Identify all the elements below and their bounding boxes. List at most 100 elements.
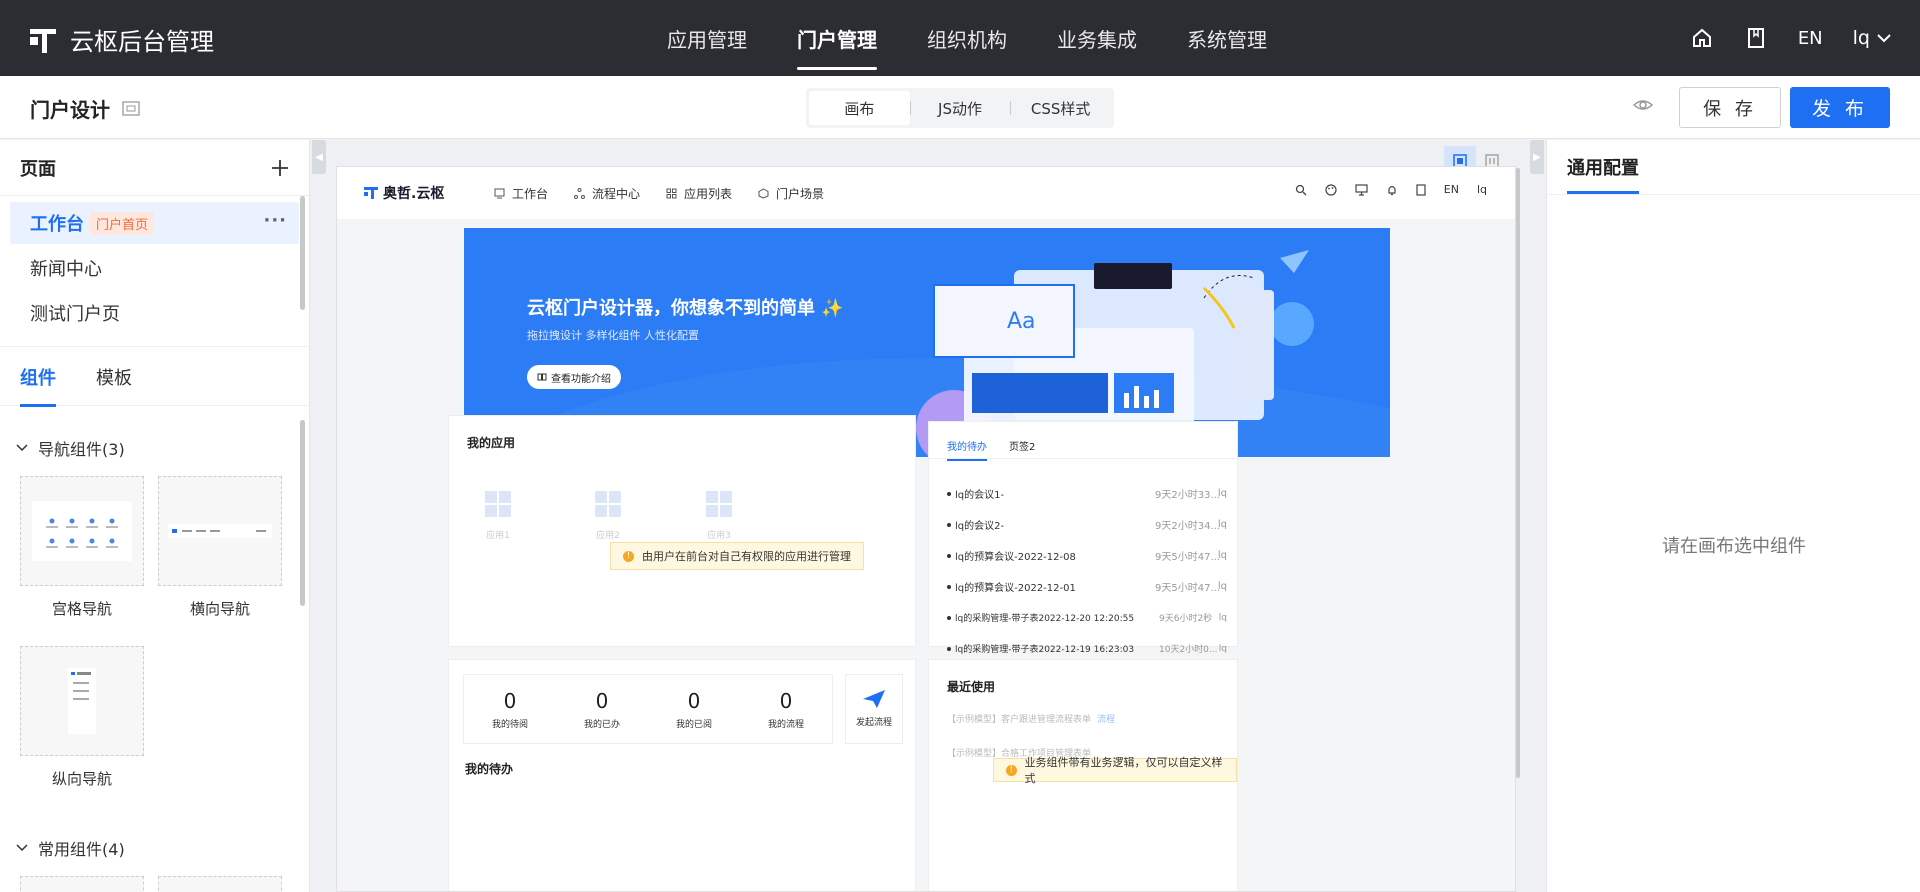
collapse-right-panel-button[interactable]: ▶ bbox=[1530, 140, 1544, 174]
component-horizontal-nav[interactable]: 横向导航 bbox=[158, 476, 282, 619]
preview-nav-process[interactable]: 流程中心 bbox=[574, 185, 640, 202]
todo-user: lq bbox=[1217, 519, 1227, 530]
app-tile[interactable]: 应用2 bbox=[593, 490, 623, 541]
banner-title: 云枢门户设计器，你想象不到的简单 ✨ bbox=[527, 298, 844, 319]
tab-canvas[interactable]: 画布 bbox=[809, 91, 910, 125]
preview-eye-icon[interactable] bbox=[1632, 94, 1654, 120]
common-components-group[interactable]: 常用组件(4) bbox=[16, 836, 125, 860]
user-menu[interactable]: lq bbox=[1853, 27, 1892, 49]
nav-organization[interactable]: 组织机构 bbox=[902, 0, 1032, 76]
todo-list: lq的会议1- 9天2小时33... lq lq的会议2- 9天2小时34... lq … bbox=[947, 478, 1227, 664]
preview-user[interactable]: lq bbox=[1477, 183, 1487, 196]
nav-components-group[interactable]: 导航组件(3) bbox=[16, 436, 125, 460]
nav-business-integration[interactable]: 业务集成 bbox=[1032, 0, 1162, 76]
book-open-icon bbox=[537, 373, 547, 381]
nav-system-management[interactable]: 系统管理 bbox=[1162, 0, 1292, 76]
flow-icon bbox=[574, 188, 586, 199]
more-icon[interactable]: ··· bbox=[263, 210, 287, 231]
monitor-icon[interactable] bbox=[1355, 183, 1368, 196]
collapse-left-panel-button[interactable]: ◀ bbox=[312, 140, 326, 174]
app-tile[interactable]: 应用3 bbox=[704, 490, 734, 541]
stat-my-process[interactable]: 0 我的流程 bbox=[740, 675, 832, 730]
page-list: 工作台 门户首页 ··· 新闻中心 测试门户页 bbox=[0, 196, 309, 343]
pages-scrollbar[interactable] bbox=[300, 196, 305, 310]
list-item[interactable]: lq的会议2- 9天2小时34... lq bbox=[947, 509, 1227, 540]
banner-feature-button[interactable]: 查看功能介绍 bbox=[527, 365, 621, 389]
tab-components[interactable]: 组件 bbox=[20, 347, 56, 407]
page-item-news[interactable]: 新闻中心 bbox=[10, 247, 299, 289]
top-navbar: 云枢后台管理 应用管理 门户管理 组织机构 业务集成 系统管理 EN lq bbox=[0, 0, 1920, 76]
right-panel: 通用配置 请在画布选中组件 bbox=[1546, 140, 1920, 892]
stat-done[interactable]: 0 我的已办 bbox=[556, 675, 648, 730]
component-thumbnail-partial[interactable] bbox=[20, 876, 144, 892]
todo-title: lq的会议2- bbox=[955, 521, 1005, 532]
todo-title: lq的预算会议-2022-12-08 bbox=[955, 552, 1076, 563]
preview-nav-workbench[interactable]: 工作台 bbox=[494, 185, 548, 202]
portal-preview-canvas[interactable]: 奥哲.云枢 工作台 流程中心 应用列表 门户场景 EN lq Aa 云枢门户设计… bbox=[336, 166, 1516, 892]
components-scrollbar[interactable] bbox=[300, 420, 305, 606]
stat-value: 0 bbox=[503, 689, 517, 713]
canvas-scrollbar[interactable] bbox=[1516, 168, 1520, 778]
chevron-down-icon bbox=[16, 444, 28, 452]
component-label: 纵向导航 bbox=[51, 770, 112, 788]
start-process-button[interactable]: 发起流程 bbox=[845, 674, 903, 744]
logo-icon bbox=[364, 187, 378, 199]
nav-app-management[interactable]: 应用管理 bbox=[642, 0, 772, 76]
preview-nav: 工作台 流程中心 应用列表 门户场景 bbox=[494, 185, 824, 202]
pages-header: 页面 bbox=[0, 140, 309, 196]
nav-portal-management[interactable]: 门户管理 bbox=[772, 0, 902, 76]
publish-button[interactable]: 发 布 bbox=[1790, 87, 1890, 128]
preview-language[interactable]: EN bbox=[1444, 183, 1459, 196]
app-icon bbox=[706, 491, 732, 517]
page-item-test[interactable]: 测试门户页 bbox=[10, 292, 299, 334]
list-item[interactable]: lq的预算会议-2022-12-01 9天5小时47... lq bbox=[947, 571, 1227, 602]
group-count: (4) bbox=[102, 840, 125, 859]
home-icon[interactable] bbox=[1690, 26, 1714, 50]
component-vertical-nav[interactable]: 纵向导航 bbox=[20, 646, 144, 789]
list-item[interactable]: 【示例模型】客户跟进管理流程表单 流程 bbox=[947, 712, 1115, 725]
palette-icon[interactable] bbox=[1325, 183, 1337, 196]
designer-toolbar: 门户设计 画布 JS动作 CSS样式 保 存 发 布 bbox=[0, 76, 1920, 139]
edit-icon[interactable] bbox=[122, 100, 140, 117]
app-icon bbox=[485, 491, 511, 517]
warning-icon: ! bbox=[623, 550, 634, 562]
tab-general-config[interactable]: 通用配置 bbox=[1567, 140, 1639, 194]
page-item-workbench[interactable]: 工作台 门户首页 ··· bbox=[10, 202, 299, 244]
todo-card[interactable]: 我的待办 页签2 lq的会议1- 9天2小时33... lq lq的会议2- 9天2小… bbox=[928, 421, 1239, 655]
list-item[interactable]: lq的采购管理-带子表2022-12-20 12:20:55 9天6小时2秒 lq bbox=[947, 602, 1227, 633]
list-item[interactable]: lq的会议1- 9天2小时33... lq bbox=[947, 478, 1227, 509]
list-item[interactable]: lq的预算会议-2022-12-08 9天5小时47... lq bbox=[947, 540, 1227, 571]
component-thumbnail-partial[interactable] bbox=[158, 876, 282, 892]
language-switch[interactable]: EN bbox=[1798, 28, 1823, 49]
stat-label: 我的已阅 bbox=[675, 720, 712, 730]
tab-templates[interactable]: 模板 bbox=[96, 347, 132, 407]
component-grid-nav[interactable]: 宫格导航 bbox=[20, 476, 144, 619]
tab-css-styles[interactable]: CSS样式 bbox=[1010, 91, 1111, 125]
save-button[interactable]: 保 存 bbox=[1679, 87, 1781, 128]
banner-subtitle: 拖拉拽设计 多样化组件 人性化配置 bbox=[527, 329, 699, 342]
my-apps-card[interactable]: 我的应用 应用1 应用2 应用3 ! 由用户在前台对自己有权限的应用进行管理 bbox=[448, 415, 916, 647]
top-right-tools: EN lq bbox=[1690, 0, 1892, 76]
add-page-icon[interactable] bbox=[271, 159, 289, 177]
preview-nav-applist[interactable]: 应用列表 bbox=[666, 185, 732, 202]
preview-logo[interactable]: 奥哲.云枢 bbox=[363, 183, 444, 203]
page-title-text: 门户设计 bbox=[30, 98, 110, 122]
tab-js-actions[interactable]: JS动作 bbox=[909, 91, 1011, 125]
search-icon[interactable] bbox=[1295, 184, 1307, 196]
grid-icon bbox=[666, 188, 677, 199]
app-label: 应用2 bbox=[596, 531, 620, 541]
book-icon[interactable] bbox=[1744, 26, 1768, 50]
bell-icon[interactable] bbox=[1386, 184, 1398, 196]
preview-header: 奥哲.云枢 工作台 流程中心 应用列表 门户场景 EN lq bbox=[337, 167, 1515, 219]
preview-nav-scenes[interactable]: 门户场景 bbox=[758, 185, 824, 202]
divider bbox=[929, 458, 1239, 459]
book-icon[interactable] bbox=[1416, 183, 1426, 196]
page-title: 门户设计 bbox=[30, 94, 140, 123]
stat-read[interactable]: 0 我的已阅 bbox=[648, 675, 740, 730]
stat-pending-read[interactable]: 0 我的待阅 bbox=[464, 675, 556, 730]
app-logo[interactable]: 云枢后台管理 bbox=[28, 22, 214, 57]
app-title: 云枢后台管理 bbox=[70, 28, 214, 56]
group-title: 常用组件 bbox=[38, 840, 103, 859]
app-tile[interactable]: 应用1 bbox=[483, 490, 513, 541]
todo-title: lq的预算会议-2022-12-01 bbox=[955, 583, 1076, 594]
